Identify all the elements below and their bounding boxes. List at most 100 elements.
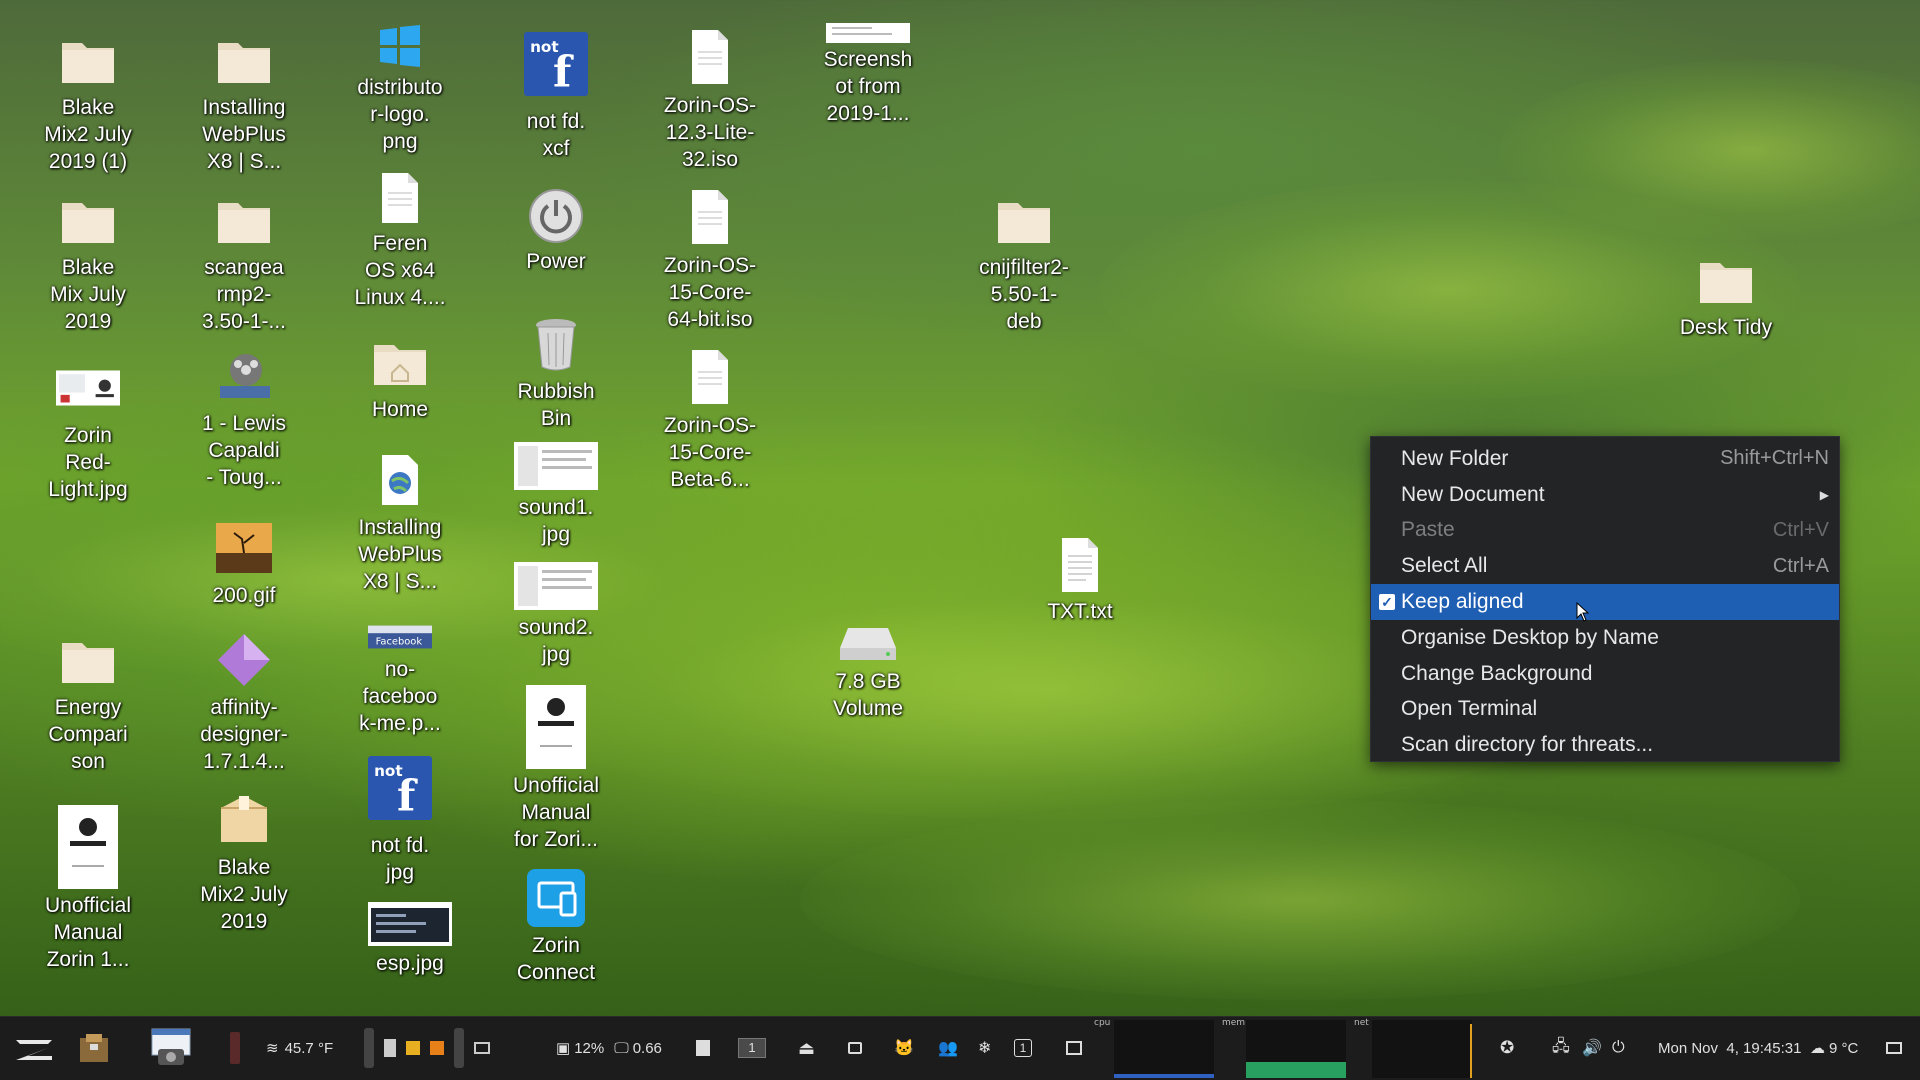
desktop-icon-home[interactable]: Home xyxy=(340,330,460,423)
desktop-icon-zorin-os-15-core-beta[interactable]: Zorin-OS- 15-Core- Beta-6... xyxy=(650,344,770,493)
desktop-icon-not-fd-jpg[interactable]: not f not fd. jpg xyxy=(340,746,460,886)
desktop-icon-feren-os[interactable]: Feren OS x64 Linux 4.... xyxy=(340,168,460,311)
show-desktop-button[interactable] xyxy=(1886,1016,1902,1080)
desktop-icon-esp-jpg[interactable]: esp.jpg xyxy=(350,900,470,977)
desktop-icon-no-facebook-me[interactable]: Facebook no- faceboo k-me.p... xyxy=(340,620,460,737)
cat-applet[interactable]: 🐱 xyxy=(894,1016,914,1080)
menu-item-keep-aligned[interactable]: ✓ Keep aligned xyxy=(1371,584,1839,620)
desktop-icon-energy-comparison[interactable]: Energy Compari son xyxy=(28,628,148,775)
screen-applet[interactable] xyxy=(848,1016,862,1080)
screenshot-tool-icon xyxy=(151,1028,191,1065)
checkbox-checked-icon: ✓ xyxy=(1379,594,1395,611)
menu-item-change-background[interactable]: Change Background xyxy=(1371,656,1839,692)
volume-icon: 🔊 xyxy=(1582,1040,1602,1057)
snow-applet[interactable]: ❄ xyxy=(978,1016,991,1080)
desktop-icon-rubbish-bin[interactable]: Rubbish Bin xyxy=(496,312,616,432)
users-applet[interactable]: 👥 xyxy=(938,1016,958,1080)
update-icon[interactable] xyxy=(430,1041,444,1055)
cpu-chip-icon[interactable] xyxy=(364,1028,374,1068)
desktop-icon-desk-tidy[interactable]: Desk Tidy xyxy=(1666,248,1786,341)
menu-item-label: New Document xyxy=(1401,482,1545,506)
menu-item-organise-desktop[interactable]: Organise Desktop by Name xyxy=(1371,620,1839,656)
trash-icon xyxy=(524,312,588,376)
clipboard-applet[interactable] xyxy=(696,1016,710,1080)
desktop-icon-cnijfilter2[interactable]: cnijfilter2- 5.50-1- deb xyxy=(964,188,1084,335)
desktop-icon-not-fd-xcf[interactable]: not f not fd. xcf xyxy=(496,22,616,162)
power-menu-button[interactable]: ⏻ xyxy=(1612,1016,1625,1080)
desktop-icon-sound2-jpg[interactable]: sound2. jpg xyxy=(496,560,616,668)
desktop-icon-lewis-capaldi-video[interactable]: 1 - Lewis Capaldi - Toug... xyxy=(184,344,304,491)
file-icon xyxy=(678,184,742,250)
icon-label: no- faceboo k-me.p... xyxy=(359,658,441,735)
desktop-icon-power[interactable]: Power xyxy=(496,186,616,275)
desktop-icon-unofficial-manual-for-zorin[interactable]: Unofficial Manual for Zori... xyxy=(496,684,616,853)
desktop-icon-zorin-red-light[interactable]: Zorin Red- Light.jpg xyxy=(28,356,148,503)
workspace-switcher[interactable]: 1 xyxy=(738,1016,766,1080)
usb-icon[interactable] xyxy=(454,1028,464,1068)
icon-label: esp.jpg xyxy=(376,952,444,975)
menu-item-new-document[interactable]: New Document ▶ xyxy=(1371,477,1839,513)
desktop-icon-unofficial-manual-zorin-1[interactable]: Unofficial Manual Zorin 1... xyxy=(28,804,148,973)
workspace-counter[interactable]: 1 xyxy=(1014,1016,1032,1080)
desktop-icon-zorin-connect[interactable]: Zorin Connect xyxy=(496,866,616,986)
weather-applet[interactable]: ≋ 45.7 °F xyxy=(266,1016,333,1080)
menu-item-label: Select All xyxy=(1401,554,1488,578)
menu-item-open-terminal[interactable]: Open Terminal xyxy=(1371,692,1839,728)
accessibility-button[interactable]: ✪ xyxy=(1500,1016,1514,1080)
eject-button[interactable]: ⏏ xyxy=(798,1016,815,1080)
icon-label: Zorin Connect xyxy=(516,934,596,984)
warning-icon[interactable] xyxy=(406,1041,420,1055)
cpu-graph[interactable] xyxy=(1114,1020,1214,1078)
icon-label: distributo r-logo. png xyxy=(357,76,443,153)
menu-item-label: Open Terminal xyxy=(1401,697,1538,721)
temperature-applet[interactable]: ☁ 9 °C xyxy=(1810,1016,1858,1080)
memory-graph[interactable] xyxy=(1246,1020,1346,1078)
network-button[interactable]: 🖧 xyxy=(1552,1016,1570,1080)
memory-chip-icon[interactable] xyxy=(384,1039,396,1057)
desktop-icon-sound1-jpg[interactable]: sound1. jpg xyxy=(496,440,616,548)
icon-label: 200.gif xyxy=(212,584,276,607)
show-desktop-icon xyxy=(1886,1042,1902,1054)
icon-label: Installing WebPlus X8 | S... xyxy=(358,516,442,593)
icon-label: Blake Mix July 2019 xyxy=(50,256,126,333)
desktop-icon-affinity-designer[interactable]: affinity- designer- 1.7.1.4... xyxy=(184,628,304,775)
sound-image-icon xyxy=(514,560,598,612)
desktop-icon-screenshot[interactable]: Screensh ot from 2019-1... xyxy=(808,22,928,127)
network-graph[interactable] xyxy=(1372,1020,1472,1078)
menu-item-select-all[interactable]: Select All Ctrl+A xyxy=(1371,548,1839,584)
launcher-red-app[interactable] xyxy=(228,1016,242,1080)
desktop-icon-zorin-os-12-3-lite[interactable]: Zorin-OS- 12.3-Lite- 32.iso xyxy=(650,24,770,173)
weather-temp: 45.7 °F xyxy=(284,1039,334,1057)
desktop-icon-installing-webplus-folder[interactable]: Installing WebPlus X8 | S... xyxy=(184,28,304,175)
icon-label: Unofficial Manual for Zori... xyxy=(513,774,599,851)
menu-item-scan-threats[interactable]: Scan directory for threats... xyxy=(1371,727,1839,763)
icon-label: Zorin-OS- 15-Core- Beta-6... xyxy=(663,414,757,491)
system-load-applet[interactable]: ▣ 12% 🖵 0.66 xyxy=(556,1016,662,1080)
menu-item-new-folder[interactable]: New Folder Shift+Ctrl+N xyxy=(1371,441,1839,477)
clock[interactable]: Mon Nov 4, 19:45:31 xyxy=(1658,1016,1801,1080)
submenu-arrow-icon: ▶ xyxy=(1819,487,1829,502)
sensor-applets xyxy=(364,1016,490,1080)
display-icon[interactable] xyxy=(474,1042,490,1054)
zorin-menu-button[interactable] xyxy=(10,1016,58,1080)
desktop-icon-zorin-os-15-core-64bit[interactable]: Zorin-OS- 15-Core- 64-bit.iso xyxy=(650,184,770,333)
volume-button[interactable]: 🔊 xyxy=(1582,1016,1602,1080)
desktop-icon-scangearmp2[interactable]: scangea rmp2- 3.50-1-... xyxy=(184,188,304,335)
launcher-screenshot[interactable] xyxy=(148,1016,194,1080)
desktop-icon-installing-webplus-html[interactable]: Installing WebPlus X8 | S... xyxy=(340,448,460,595)
system-monitor-icon xyxy=(1066,1041,1082,1055)
desktop-icon-blake-mix2-july-2019-1[interactable]: Blake Mix2 July 2019 (1) xyxy=(28,28,148,175)
desktop-icon-blake-mix2-july-2019-package[interactable]: Blake Mix2 July 2019 xyxy=(184,788,304,935)
launcher-archive-manager[interactable] xyxy=(76,1016,112,1080)
desktop-icon-7-8-gb-volume[interactable]: 7.8 GB Volume xyxy=(808,620,928,722)
desktop-icon-txt-txt[interactable]: TXT.txt xyxy=(1020,534,1140,625)
desktop-icon-blake-mix-july-2019[interactable]: Blake Mix July 2019 xyxy=(28,188,148,335)
system-monitor-button[interactable] xyxy=(1066,1016,1082,1080)
package-icon xyxy=(212,788,276,852)
power-icon: ⏻ xyxy=(1612,1039,1625,1056)
screenshot-thumbnail-icon xyxy=(826,22,910,44)
icon-label: sound1. jpg xyxy=(518,496,594,546)
desktop-icon-distributor-logo[interactable]: distributo r-logo. png xyxy=(340,20,460,155)
icon-label: Blake Mix2 July 2019 (1) xyxy=(44,96,132,173)
desktop-icon-200-gif[interactable]: 200.gif xyxy=(184,516,304,609)
